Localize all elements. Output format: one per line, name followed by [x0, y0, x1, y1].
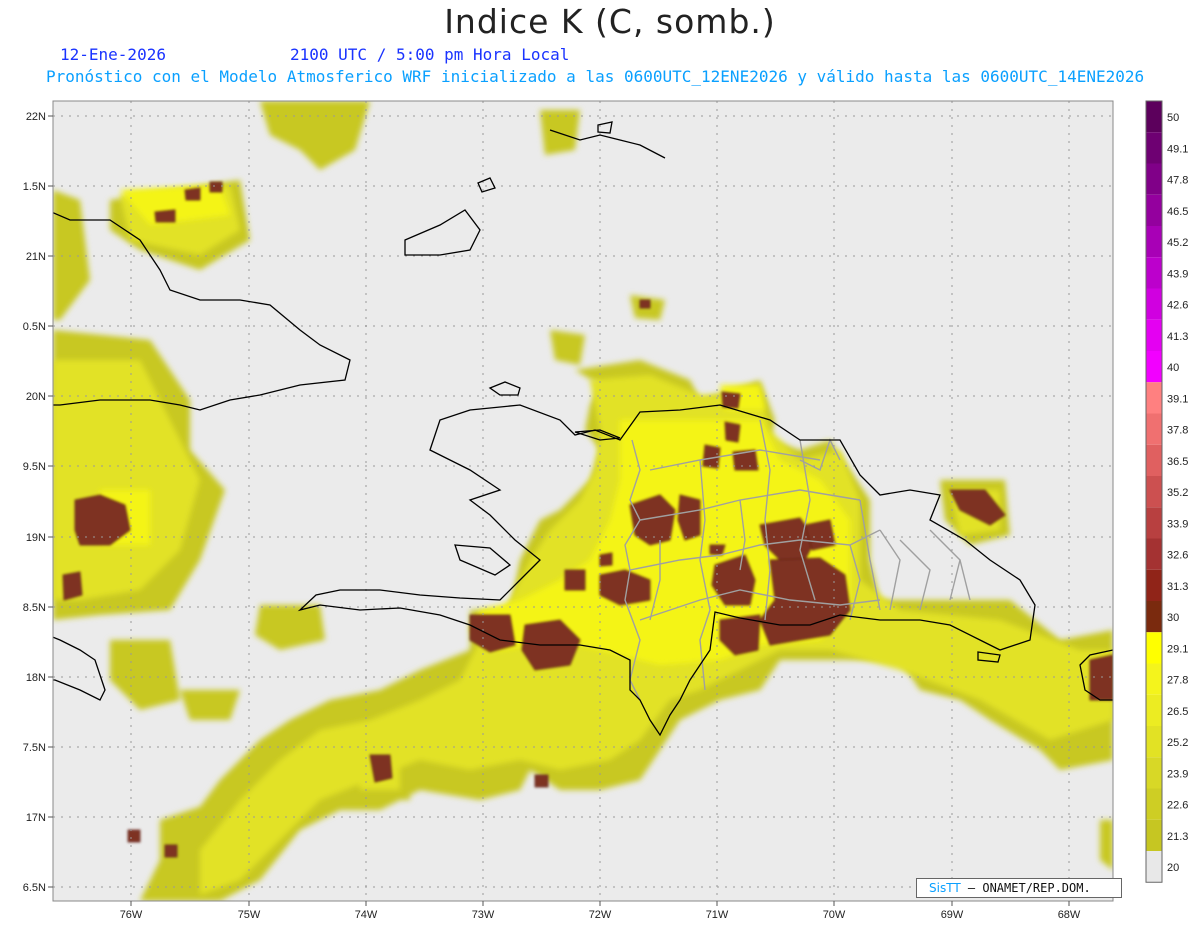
- colorbar-swatch: [1146, 819, 1162, 851]
- lat-label: 17N: [26, 812, 46, 824]
- colorbar-swatch: [1146, 319, 1162, 351]
- colorbar: 50 49.1 47.8 46.5 45.2 43.9 42.6 41.3 40 39.1 37.8…: [1145, 100, 1188, 883]
- colorbar-label: 20: [1167, 862, 1179, 874]
- colorbar-label: 42.6: [1167, 300, 1188, 312]
- colorbar-label: 40: [1167, 362, 1179, 374]
- colorbar-label: 45.2: [1167, 237, 1188, 249]
- colorbar-swatch: [1146, 194, 1162, 226]
- colorbar-label: 32.6: [1167, 550, 1188, 562]
- colorbar-swatch: [1146, 601, 1162, 633]
- lat-label: 19N: [26, 532, 46, 544]
- colorbar-swatch: [1146, 538, 1162, 570]
- colorbar-swatch: [1146, 632, 1162, 664]
- colorbar-swatch: [1146, 257, 1162, 289]
- colorbar-swatch: [1146, 288, 1162, 320]
- colorbar-label: 43.9: [1167, 268, 1188, 280]
- colorbar-label: 27.8: [1167, 675, 1188, 687]
- colorbar-swatch: [1146, 663, 1162, 695]
- colorbar-label: 50: [1167, 112, 1179, 124]
- colorbar-label: 46.5: [1167, 206, 1188, 218]
- colorbar-label: 49.1: [1167, 143, 1188, 155]
- lon-label: 75W: [238, 909, 261, 921]
- lon-label: 73W: [472, 909, 495, 921]
- colorbar-swatch: [1146, 163, 1162, 195]
- colorbar-swatch: [1146, 569, 1162, 601]
- colorbar-label: 47.8: [1167, 175, 1188, 187]
- colorbar-label: 33.9: [1167, 518, 1188, 530]
- colorbar-swatch: [1146, 382, 1162, 414]
- colorbar-swatch: [1146, 444, 1162, 476]
- colorbar-label: 25.2: [1167, 737, 1188, 749]
- colorbar-label: 21.3: [1167, 831, 1188, 843]
- lat-label: 1.5N: [23, 181, 46, 193]
- lon-label: 74W: [355, 909, 378, 921]
- colorbar-swatch: [1146, 226, 1162, 258]
- colorbar-swatch: [1146, 788, 1162, 820]
- colorbar-swatch: [1146, 132, 1162, 164]
- colorbar-swatch: [1146, 351, 1162, 383]
- lon-label: 76W: [120, 909, 143, 921]
- weather-map: 76W 75W 74W 73W 72W 71W 70W 69W 68W 22N …: [23, 100, 1188, 921]
- colorbar-label: 26.5: [1167, 706, 1188, 718]
- colorbar-swatch: [1146, 851, 1162, 883]
- lon-label: 71W: [706, 909, 729, 921]
- lat-label: 20N: [26, 391, 46, 403]
- lat-label: 18N: [26, 672, 46, 684]
- colorbar-swatch: [1146, 413, 1162, 445]
- colorbar-label: 36.5: [1167, 456, 1188, 468]
- colorbar-label: 22.6: [1167, 800, 1188, 812]
- lat-label: 21N: [26, 251, 46, 263]
- lon-label: 69W: [941, 909, 964, 921]
- lon-label: 72W: [589, 909, 612, 921]
- colorbar-label: 39.1: [1167, 393, 1188, 405]
- colorbar-label: 37.8: [1167, 425, 1188, 437]
- colorbar-label: 29.1: [1167, 643, 1188, 655]
- colorbar-label: 41.3: [1167, 331, 1188, 343]
- colorbar-swatch: [1146, 726, 1162, 758]
- lat-label: 0.5N: [23, 321, 46, 333]
- colorbar-swatch: [1146, 101, 1162, 133]
- lon-label: 68W: [1058, 909, 1081, 921]
- colorbar-label: 23.9: [1167, 768, 1188, 780]
- credit-org: – ONAMET/REP.DOM.: [967, 881, 1091, 895]
- colorbar-swatch: [1146, 757, 1162, 789]
- colorbar-swatch: [1146, 476, 1162, 508]
- credit-box: SisTT – ONAMET/REP.DOM.: [916, 878, 1122, 898]
- colorbar-label: 30: [1167, 612, 1179, 624]
- lat-label: 7.5N: [23, 742, 46, 754]
- colorbar-swatch: [1146, 694, 1162, 726]
- lat-label: 9.5N: [23, 461, 46, 473]
- lat-label: 6.5N: [23, 882, 46, 894]
- colorbar-swatch: [1146, 507, 1162, 539]
- sistt-logo: SisTT: [929, 881, 961, 895]
- lat-label: 22N: [26, 111, 46, 123]
- lon-label: 70W: [823, 909, 846, 921]
- colorbar-label: 35.2: [1167, 487, 1188, 499]
- colorbar-label: 31.3: [1167, 581, 1188, 593]
- lat-label: 8.5N: [23, 602, 46, 614]
